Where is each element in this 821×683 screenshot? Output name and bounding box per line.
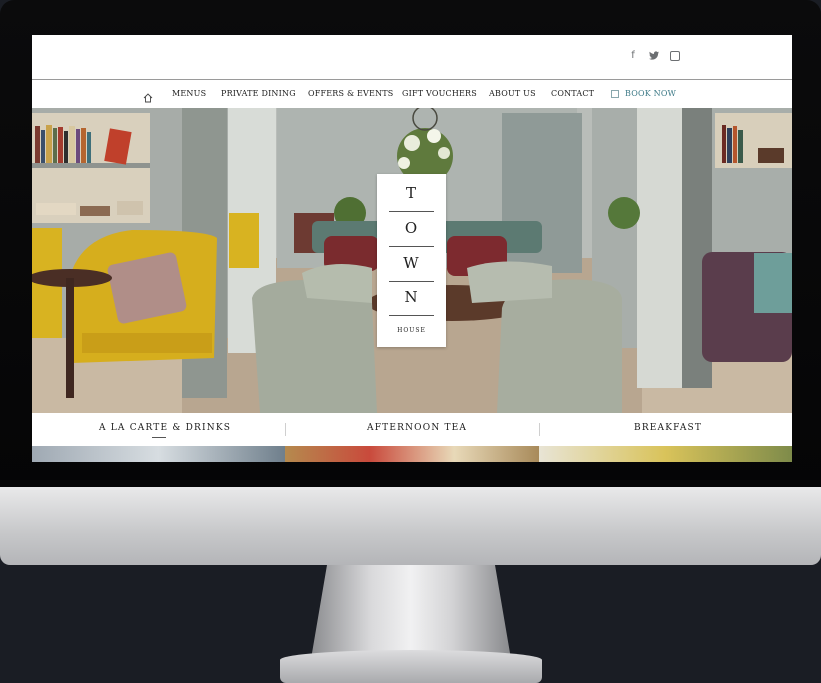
active-tab-indicator bbox=[152, 437, 166, 438]
tab-divider bbox=[285, 423, 286, 436]
top-bar: f bbox=[32, 35, 792, 79]
home-icon[interactable] bbox=[143, 88, 153, 103]
social-links: f bbox=[628, 49, 680, 61]
monitor-stand-neck bbox=[311, 565, 511, 659]
gallery-thumb[interactable] bbox=[285, 446, 539, 462]
twitter-icon[interactable] bbox=[649, 49, 659, 61]
logo-rule bbox=[389, 246, 434, 247]
nav-item-offers-events[interactable]: OFFERS & EVENTS bbox=[308, 89, 393, 98]
instagram-icon[interactable] bbox=[670, 51, 680, 61]
calendar-icon bbox=[611, 90, 619, 98]
nav-item-about-us[interactable]: ABOUT US bbox=[489, 89, 536, 98]
nav-item-menus[interactable]: MENUS bbox=[172, 89, 206, 98]
tab-divider bbox=[539, 423, 540, 436]
town-house-logo: T O W N HOUSE bbox=[377, 174, 446, 347]
main-nav: MENUS PRIVATE DINING OFFERS & EVENTS GIF… bbox=[32, 79, 792, 108]
gallery-preview-strip bbox=[32, 446, 792, 462]
tab-a-la-carte-drinks[interactable]: A LA CARTE & DRINKS bbox=[99, 423, 231, 433]
nav-item-private-dining[interactable]: PRIVATE DINING bbox=[221, 89, 296, 98]
nav-item-contact[interactable]: CONTACT bbox=[551, 89, 594, 98]
book-now-link[interactable]: BOOK NOW bbox=[625, 89, 676, 98]
logo-letter-w: W bbox=[403, 254, 420, 272]
nav-item-gift-vouchers[interactable]: GIFT VOUCHERS bbox=[402, 89, 477, 98]
tab-afternoon-tea[interactable]: AFTERNOON TEA bbox=[367, 423, 467, 433]
logo-letter-t: T bbox=[405, 184, 417, 202]
monitor-chin bbox=[0, 487, 821, 565]
logo-rule bbox=[389, 315, 434, 316]
logo-letter-n: N bbox=[404, 288, 419, 306]
gallery-thumb[interactable] bbox=[538, 446, 792, 462]
website-screen: f MENUS PRIVATE DINING OFFERS & EVENTS G… bbox=[32, 35, 792, 462]
gallery-thumb[interactable] bbox=[32, 446, 286, 462]
hero-image: T O W N HOUSE bbox=[32, 108, 792, 413]
menu-tabs: A LA CARTE & DRINKS AFTERNOON TEA BREAKF… bbox=[32, 413, 792, 446]
logo-letter-o: O bbox=[404, 219, 419, 237]
logo-subtitle: HOUSE bbox=[397, 327, 426, 334]
monitor-stand-foot bbox=[280, 650, 542, 683]
facebook-icon[interactable]: f bbox=[628, 49, 638, 61]
tab-breakfast[interactable]: BREAKFAST bbox=[634, 423, 702, 433]
logo-rule bbox=[389, 211, 434, 212]
logo-rule bbox=[389, 281, 434, 282]
